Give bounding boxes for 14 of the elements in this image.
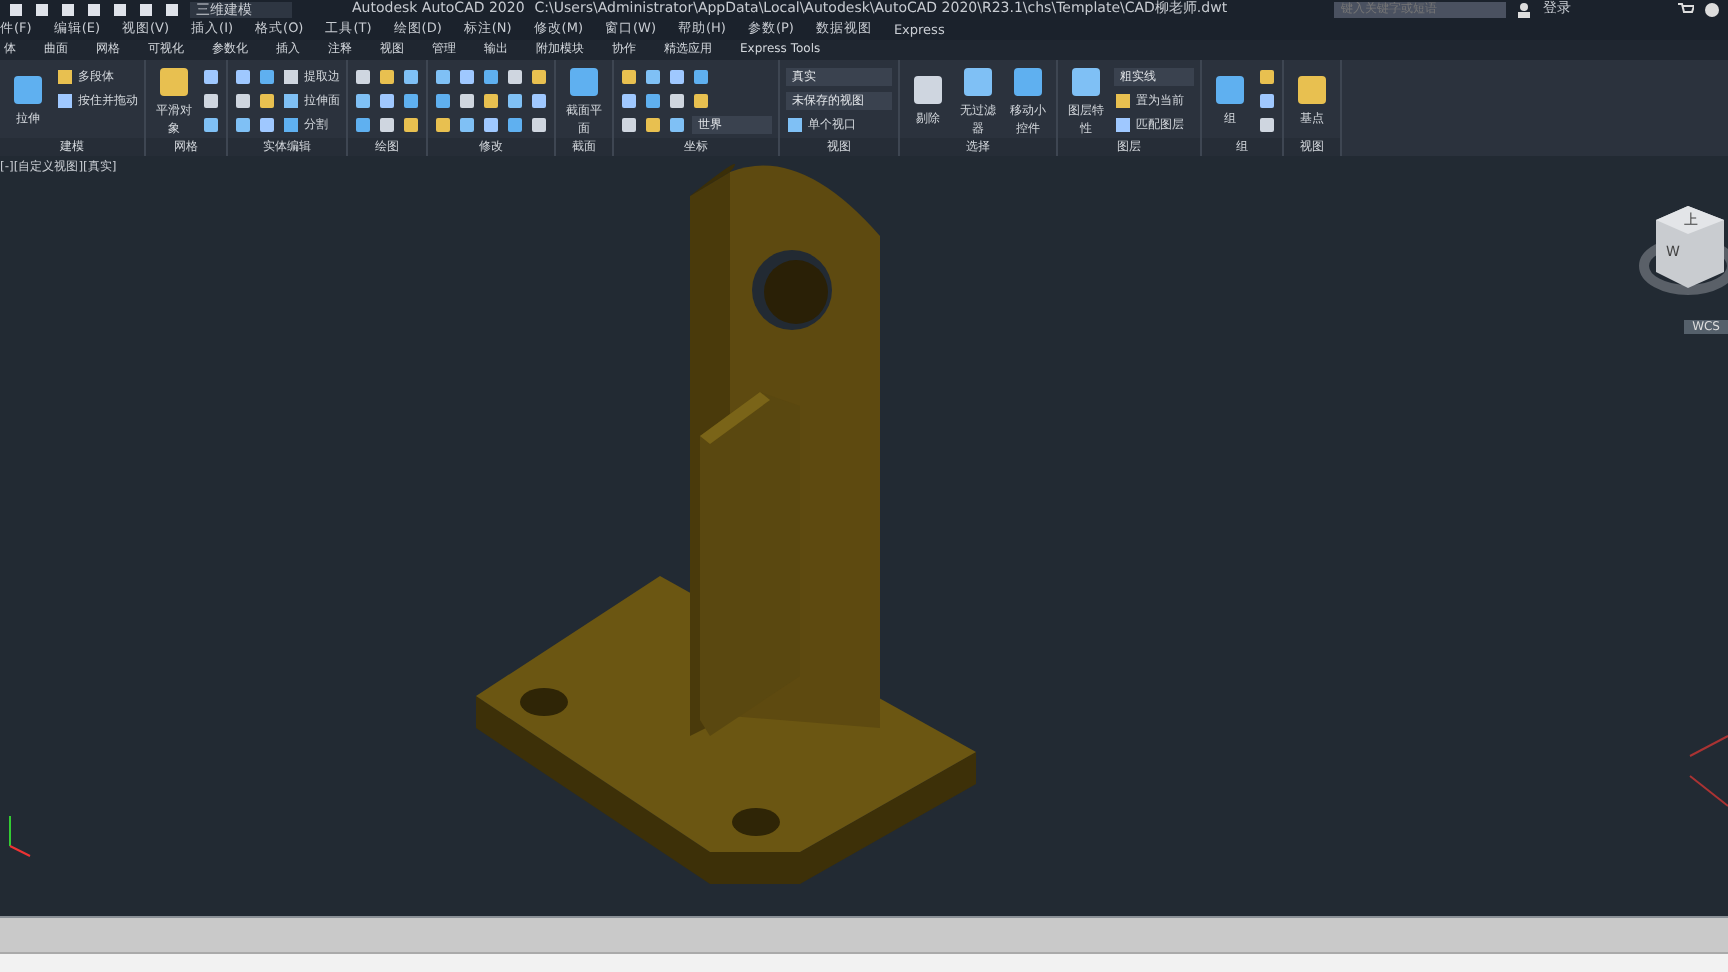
user-icon[interactable] <box>1516 1 1533 17</box>
tool-icon <box>156 63 192 99</box>
ucs-axis-icon <box>9 815 31 857</box>
tool-icon <box>1212 72 1248 108</box>
tool-icon <box>786 115 804 133</box>
tool-icon <box>1010 63 1046 99</box>
cart-icon[interactable] <box>1678 1 1695 17</box>
tool-icon <box>566 63 602 99</box>
tool-icon <box>1294 72 1330 108</box>
tool-icon <box>1068 63 1104 99</box>
tool-icon <box>960 63 996 99</box>
tool-icon <box>910 72 946 108</box>
axis-lines-drawing <box>1689 735 1728 807</box>
tool-icon <box>10 72 46 108</box>
